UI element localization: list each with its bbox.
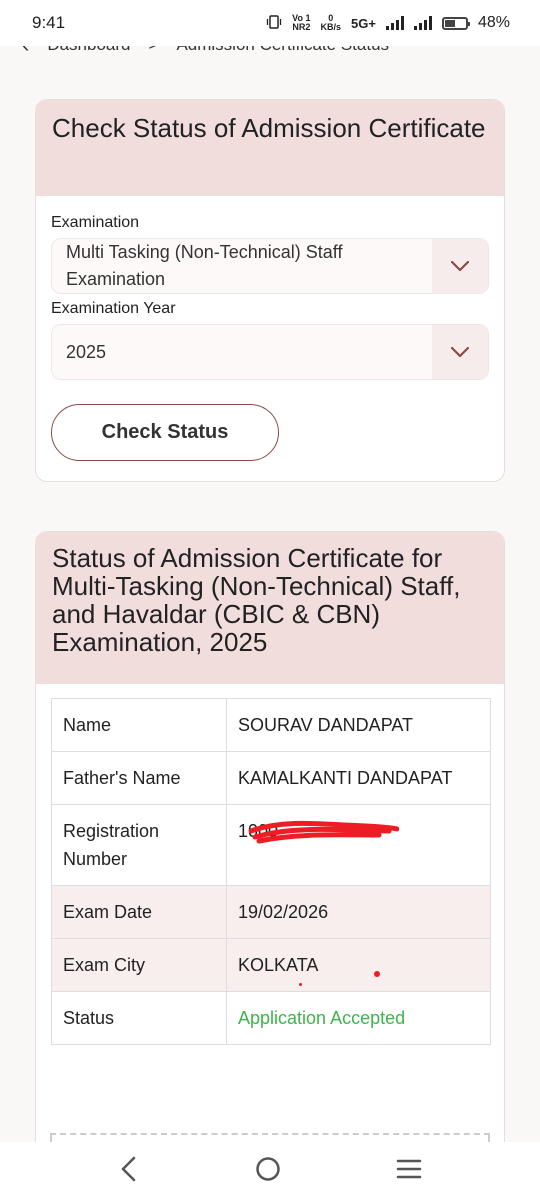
candidate-info-table: Name SOURAV DANDAPAT Father's Name KAMAL… xyxy=(51,698,491,1045)
table-row: Exam Date 19/02/2026 xyxy=(51,885,491,939)
volte-indicator: Vo 1 NR2 xyxy=(292,13,311,32)
battery-percent: 48% xyxy=(477,14,510,31)
signal-icon xyxy=(385,16,404,30)
status-key: Status xyxy=(51,991,227,1045)
examination-select[interactable]: Multi Tasking (Non-Technical) Staff Exam… xyxy=(51,238,489,294)
vibrate-icon xyxy=(266,14,282,32)
check-status-card: Check Status of Admission Certificate Ex… xyxy=(35,99,505,482)
examination-year-select[interactable]: 2025 xyxy=(51,324,489,380)
table-row: Registration Number 1000 xyxy=(51,804,491,886)
nav-menu-icon[interactable] xyxy=(396,1158,422,1185)
father-name-value: KAMALKANTI DANDAPAT xyxy=(226,751,491,805)
examination-value: Multi Tasking (Non-Technical) Staff Exam… xyxy=(66,242,343,289)
admission-status-title: Status of Admission Certificate for Mult… xyxy=(36,532,504,684)
name-value: SOURAV DANDAPAT xyxy=(226,698,491,752)
examination-year-label: Examination Year xyxy=(51,300,176,317)
father-name-key: Father's Name xyxy=(51,751,227,805)
red-mark xyxy=(374,971,380,977)
table-row: Father's Name KAMALKANTI DANDAPAT xyxy=(51,751,491,805)
chevron-down-icon[interactable] xyxy=(432,239,488,293)
status-time: 9:41 xyxy=(32,13,66,32)
status-value: Application Accepted xyxy=(226,991,491,1045)
nav-back-icon[interactable] xyxy=(118,1156,140,1187)
battery-icon xyxy=(441,16,470,30)
name-key: Name xyxy=(51,698,227,752)
table-row: Status Application Accepted xyxy=(51,991,491,1045)
redaction-scribble xyxy=(249,820,399,844)
red-mark xyxy=(299,983,302,986)
check-status-button[interactable]: Check Status xyxy=(51,404,279,461)
exam-city-value: KOLKATA xyxy=(238,955,319,975)
examination-year-value: 2025 xyxy=(66,341,107,362)
registration-number-key: Registration Number xyxy=(51,804,227,886)
status-icons: Vo 1 NR2 0 KB/s 5G+ 48% xyxy=(266,14,510,32)
exam-date-key: Exam Date xyxy=(51,885,227,939)
exam-city-key: Exam City xyxy=(51,938,227,992)
nav-home-icon[interactable] xyxy=(255,1156,281,1187)
status-bar: 9:41 Vo 1 NR2 0 KB/s 5G+ 48% xyxy=(0,0,540,46)
chevron-down-icon[interactable] xyxy=(432,325,488,379)
exam-date-value: 19/02/2026 xyxy=(226,885,491,939)
check-status-form: Examination Multi Tasking (Non-Technical… xyxy=(36,196,504,475)
table-row: Exam City KOLKATA xyxy=(51,938,491,992)
exam-city-cell: KOLKATA xyxy=(226,938,491,992)
navigation-bar xyxy=(0,1142,540,1200)
admission-status-card: Status of Admission Certificate for Mult… xyxy=(35,531,505,1171)
check-status-title: Check Status of Admission Certificate xyxy=(36,100,504,196)
table-row: Name SOURAV DANDAPAT xyxy=(51,698,491,752)
signal-icon-2 xyxy=(413,16,432,30)
registration-number-cell: 1000 xyxy=(226,804,491,886)
examination-label: Examination xyxy=(51,214,140,231)
network-type: 5G+ xyxy=(351,15,376,31)
data-speed: 0 KB/s xyxy=(320,13,342,32)
